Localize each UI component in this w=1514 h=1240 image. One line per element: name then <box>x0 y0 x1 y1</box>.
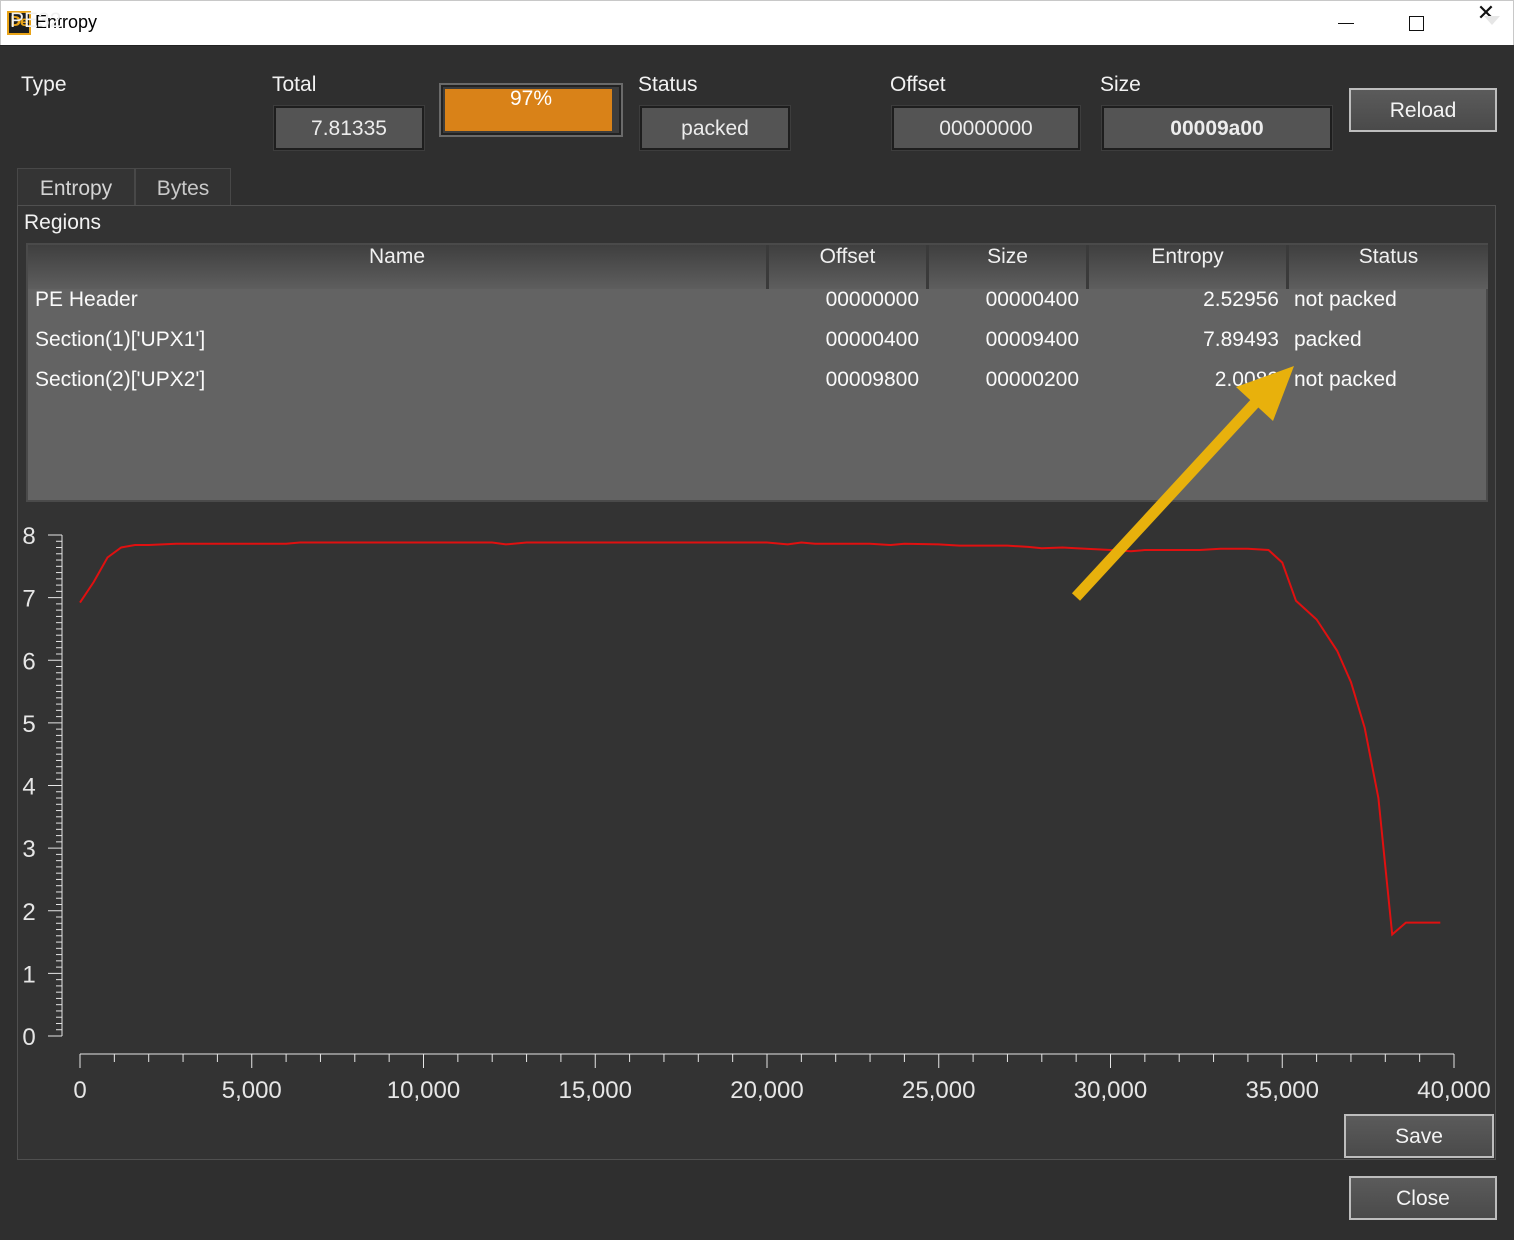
close-button[interactable]: Close <box>1349 1176 1497 1220</box>
annotation-arrow <box>1071 366 1294 601</box>
save-button[interactable]: Save <box>1344 1114 1494 1158</box>
arrow-shaft <box>1071 399 1260 601</box>
